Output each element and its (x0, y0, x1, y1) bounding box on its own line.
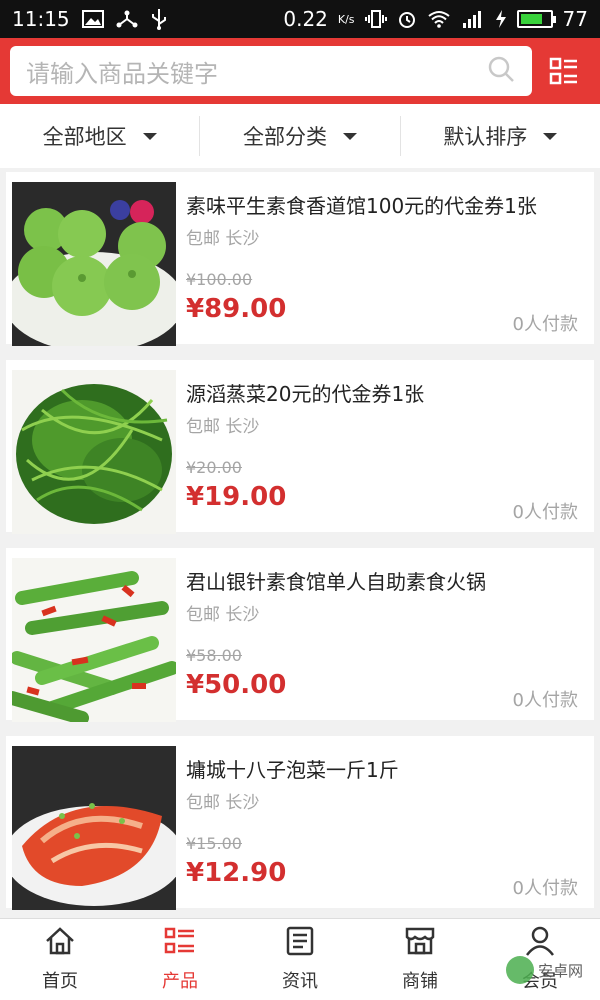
network-speed: 0.22 (283, 7, 328, 31)
nav-products[interactable]: 产品 (120, 919, 240, 1000)
filter-region[interactable]: 全部地区 (0, 116, 201, 156)
product-image-green-beans[interactable] (12, 558, 176, 722)
watermark-text: 安卓网 (538, 961, 584, 980)
gallery-icon (81, 10, 104, 28)
product-price: ¥12.90 (186, 858, 287, 888)
product-meta: 包邮 长沙 (186, 229, 260, 249)
watermark-logo-icon (506, 956, 534, 984)
share-icon (116, 9, 138, 29)
product-meta: 包邮 长沙 (186, 605, 260, 625)
product-list-icon (164, 926, 196, 961)
product-original-price: ¥100.00 (186, 270, 253, 289)
product-paid-count: 0人付款 (512, 314, 578, 335)
status-bar: 11:15 0.22 K/s 77 (0, 0, 600, 38)
nav-news[interactable]: 资讯 (240, 919, 360, 1000)
signal-icon (461, 9, 485, 29)
product-title[interactable]: 墉城十八子泡菜一斤1斤 (186, 754, 399, 783)
nav-label: 产品 (162, 971, 198, 992)
product-original-price: ¥15.00 (186, 834, 242, 853)
filter-label: 默认排序 (443, 125, 528, 149)
product-image-kimchi[interactable] (12, 746, 176, 910)
search-input[interactable]: 请输入商品关键字 (10, 46, 532, 96)
product-card[interactable]: 素味平生素食香道馆100元的代金券1张 包邮 长沙 ¥100.00 ¥89.00… (6, 172, 594, 346)
product-meta: 包邮 长沙 (186, 793, 260, 813)
product-original-price: ¥20.00 (186, 458, 242, 477)
nav-label: 资讯 (282, 971, 318, 992)
dropdown-arrow-icon (142, 132, 157, 140)
dropdown-arrow-icon (342, 132, 357, 140)
wifi-icon (427, 10, 451, 28)
nav-label: 首页 (42, 971, 78, 992)
nav-home[interactable]: 首页 (0, 919, 120, 1000)
filter-label: 全部分类 (242, 125, 327, 149)
home-icon (44, 926, 76, 961)
alarm-icon (397, 9, 417, 29)
status-time: 11:15 (12, 7, 70, 31)
product-paid-count: 0人付款 (512, 690, 578, 711)
network-speed-unit: K/s (337, 12, 355, 26)
product-title[interactable]: 君山银针素食馆单人自助素食火锅 (186, 566, 486, 595)
dropdown-arrow-icon (543, 132, 558, 140)
news-icon (285, 926, 315, 961)
product-meta: 包邮 长沙 (186, 417, 260, 437)
search-icon[interactable] (486, 54, 516, 88)
product-paid-count: 0人付款 (512, 878, 578, 899)
product-card[interactable]: 墉城十八子泡菜一斤1斤 包邮 长沙 ¥15.00 ¥12.90 0人付款 (6, 736, 594, 910)
nav-label: 商铺 (402, 971, 438, 992)
store-icon (404, 926, 436, 961)
search-placeholder: 请输入商品关键字 (26, 59, 218, 88)
charging-icon (495, 9, 507, 29)
filter-sort[interactable]: 默认排序 (401, 116, 600, 156)
product-paid-count: 0人付款 (512, 502, 578, 523)
filter-category[interactable]: 全部分类 (200, 116, 401, 156)
product-image-steamed-buns[interactable] (12, 182, 176, 346)
filter-label: 全部地区 (42, 125, 127, 149)
battery-percent: 77 (562, 7, 588, 31)
list-grid-icon[interactable] (546, 53, 582, 89)
product-original-price: ¥58.00 (186, 646, 242, 665)
battery-icon (516, 10, 556, 28)
product-image-greens[interactable] (12, 370, 176, 534)
nav-store[interactable]: 商铺 (360, 919, 480, 1000)
product-card[interactable]: 源滔蒸菜20元的代金券1张 包邮 长沙 ¥20.00 ¥19.00 0人付款 (6, 360, 594, 534)
product-price: ¥19.00 (186, 482, 287, 512)
watermark: 安卓网 (506, 956, 583, 984)
usb-icon (150, 8, 168, 30)
product-price: ¥50.00 (186, 670, 287, 700)
product-price: ¥89.00 (186, 294, 287, 324)
product-card[interactable]: 君山银针素食馆单人自助素食火锅 包邮 长沙 ¥58.00 ¥50.00 0人付款 (6, 548, 594, 722)
product-title[interactable]: 源滔蒸菜20元的代金券1张 (186, 378, 424, 407)
product-title[interactable]: 素味平生素食香道馆100元的代金券1张 (186, 190, 537, 219)
filter-bar: 全部地区 全部分类 默认排序 (0, 104, 600, 168)
vibrate-icon (364, 9, 387, 29)
app-header: 请输入商品关键字 (0, 38, 600, 104)
